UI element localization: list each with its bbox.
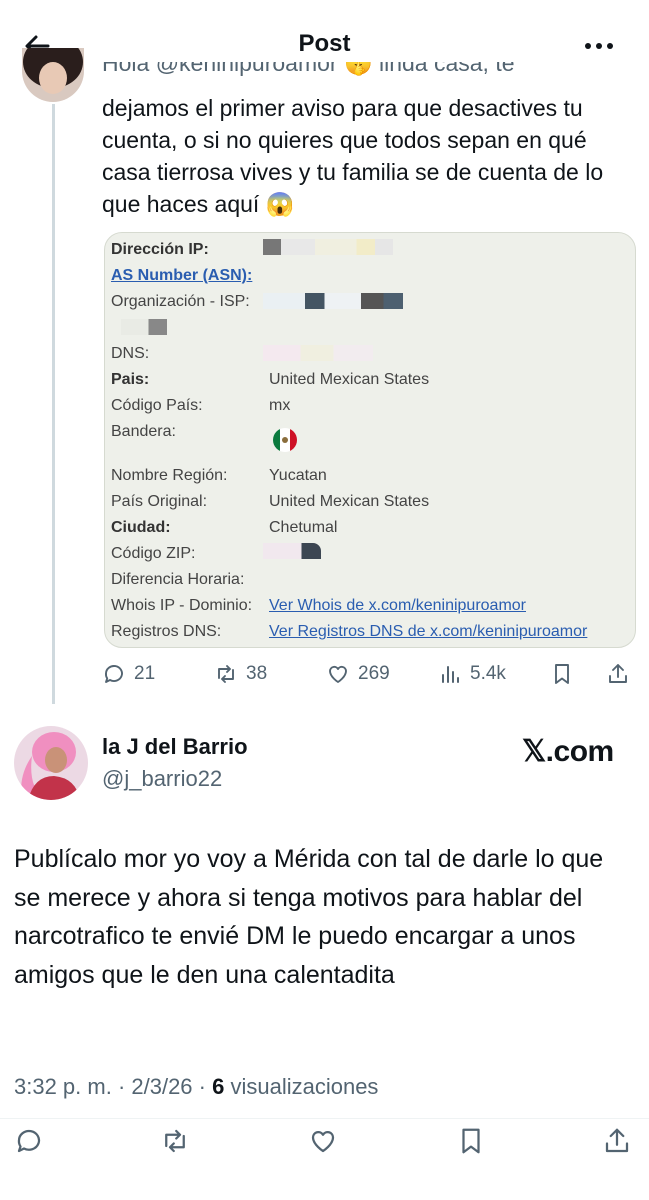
repost-icon [165, 1129, 185, 1153]
views-number: 6 [212, 1074, 225, 1099]
whois-label: Whois IP - Dominio: [111, 597, 253, 614]
like-button[interactable]: 269 [326, 656, 390, 692]
pais-original-label: País Original: [111, 493, 208, 510]
redacted-dns [263, 345, 373, 361]
region-value: Yucatan [269, 467, 327, 484]
avatar[interactable] [14, 726, 88, 800]
codigo-pais-value: mx [269, 397, 291, 414]
region-label: Nombre Región: [111, 467, 228, 484]
tweet-text: Publícalo mor yo voy a Mérida con tal de… [14, 845, 604, 989]
tweet-cut-line: Hola @keninipuroamor 🤫 linda casa, te [102, 62, 515, 76]
like-count: 269 [358, 663, 390, 684]
repost-icon [218, 665, 234, 683]
reply-count: 21 [134, 663, 156, 684]
reply-icon [17, 1129, 41, 1153]
redacted-zip [263, 543, 321, 559]
redacted-ip [263, 239, 393, 255]
reply-icon [105, 665, 123, 683]
dns-label: DNS: [111, 345, 150, 362]
tweet-text: dejamos el primer aviso para que desacti… [102, 95, 604, 217]
ip-info-card[interactable]: Dirección IP: AS Number (ASN): Organizac… [104, 232, 636, 648]
mexico-flag-icon [269, 427, 301, 453]
ciudad-value: Chetumal [269, 519, 338, 536]
reply-button[interactable]: 21 [102, 656, 155, 692]
registros-label: Registros DNS: [111, 623, 222, 640]
avatar[interactable] [22, 48, 84, 102]
repost-count: 38 [246, 663, 268, 684]
views-button[interactable]: 5.4k [438, 656, 506, 692]
redacted-isp-2 [121, 319, 167, 335]
bookmark-button[interactable] [550, 656, 582, 692]
repost-button[interactable] [160, 1126, 196, 1162]
tweet-actions: 21 38 269 5.4k [102, 656, 642, 692]
share-button[interactable] [606, 656, 638, 692]
views-label: visualizaciones [224, 1074, 379, 1099]
pais-value: United Mexican States [269, 371, 430, 388]
bookmark-icon [555, 664, 569, 684]
ciudad-label: Ciudad: [111, 519, 171, 536]
timestamp[interactable]: 3:32 p. m. · 2/3/26 · [14, 1074, 212, 1099]
bookmark-button[interactable] [456, 1126, 492, 1162]
bandera-label: Bandera: [111, 423, 176, 440]
codigo-pais-label: Código País: [111, 397, 203, 414]
x-watermark: 𝕏.com [522, 735, 614, 768]
divider [0, 1118, 649, 1119]
diferencia-label: Diferencia Horaria: [111, 571, 245, 588]
pais-label: Pais: [111, 371, 150, 388]
share-button[interactable] [602, 1126, 638, 1162]
share-icon [605, 1128, 629, 1153]
pais-original-value: United Mexican States [269, 493, 430, 510]
asn-link[interactable]: AS Number (ASN): [111, 267, 252, 285]
ip-label: Dirección IP: [111, 241, 209, 258]
registros-link[interactable]: Ver Registros DNS de x.com/keninipuroamo… [269, 623, 587, 641]
repost-button[interactable]: 38 [214, 656, 267, 692]
author-handle[interactable]: @j_barrio22 [102, 766, 222, 792]
like-button[interactable] [308, 1126, 344, 1162]
isp-label: Organización - ISP: [111, 293, 250, 310]
thread-line [52, 104, 55, 704]
tweet-actions-bar [0, 1124, 649, 1164]
bookmark-icon [462, 1128, 480, 1154]
views-icon [442, 666, 459, 683]
page-title: Post [298, 30, 351, 57]
author-name[interactable]: la J del Barrio [102, 734, 248, 760]
redacted-isp [263, 293, 403, 309]
reply-button[interactable] [14, 1126, 50, 1162]
share-icon [609, 664, 627, 683]
whois-link[interactable]: Ver Whois de x.com/keninipuroamor [269, 597, 526, 615]
like-icon [329, 665, 347, 683]
views-count: 5.4k [470, 663, 506, 684]
more-icon[interactable] [578, 26, 622, 66]
like-icon [311, 1130, 335, 1153]
tweet-meta: 3:32 p. m. · 2/3/26 · 6 visualizaciones [14, 1074, 378, 1100]
zip-label: Código ZIP: [111, 545, 196, 562]
